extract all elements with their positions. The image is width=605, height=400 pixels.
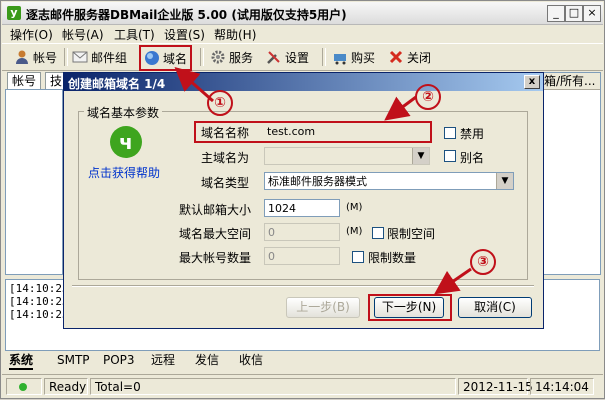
main-window: y 逐志邮件服务器DBMail企业版 5.00 (试用版仅支持5用户) _ □ … (0, 0, 605, 399)
annotation-1: ① (207, 90, 233, 116)
annotation-3: ③ (470, 249, 496, 275)
annotation-2: ② (415, 84, 441, 110)
annotation-arrows (174, 67, 472, 295)
